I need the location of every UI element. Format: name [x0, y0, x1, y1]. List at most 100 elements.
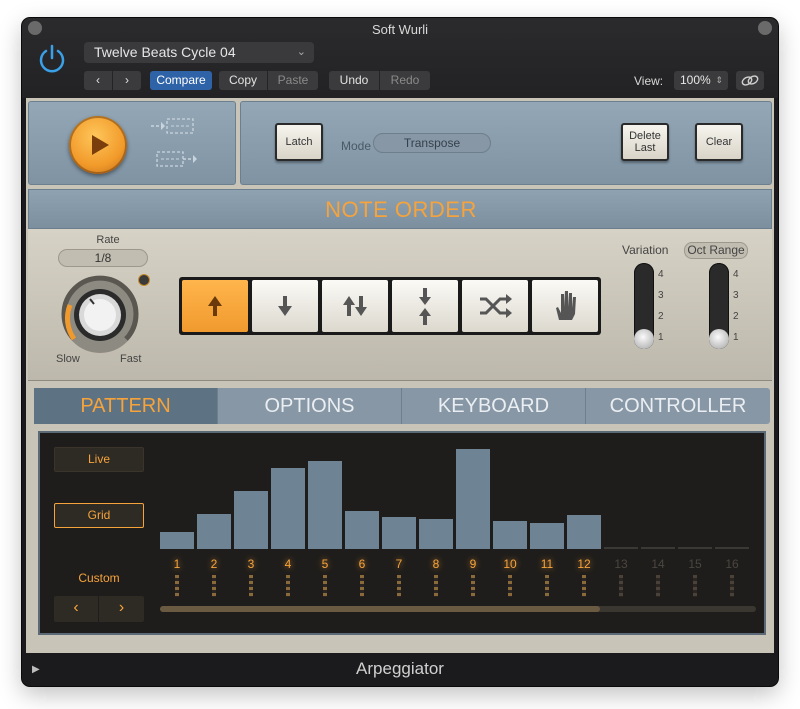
- step-number[interactable]: 15: [678, 557, 712, 571]
- step-bar[interactable]: [308, 461, 342, 549]
- transport-panel: [28, 101, 236, 185]
- step-number[interactable]: 7: [382, 557, 416, 571]
- step-indicator: [730, 575, 734, 597]
- tab-pattern[interactable]: PATTERN: [34, 388, 218, 424]
- mode-panel: Latch Mode Transpose Delete Last Clear: [240, 101, 772, 185]
- note-order-banner: NOTE ORDER: [28, 189, 772, 229]
- step-bar[interactable]: [493, 521, 527, 549]
- step-number[interactable]: 12: [567, 557, 601, 571]
- step-number[interactable]: 1: [160, 557, 194, 571]
- step-number[interactable]: 6: [345, 557, 379, 571]
- live-button[interactable]: Live: [54, 447, 144, 472]
- latch-button[interactable]: Latch: [275, 123, 323, 161]
- copy-button[interactable]: Copy: [219, 71, 267, 90]
- step-bar[interactable]: [530, 523, 564, 549]
- step-bar[interactable]: [456, 449, 490, 549]
- order-up-down-button[interactable]: [322, 280, 388, 332]
- step-number[interactable]: 11: [530, 557, 564, 571]
- slider-scale-number: 1: [733, 332, 739, 343]
- chevron-left-icon: ‹: [96, 73, 100, 87]
- step-number[interactable]: 14: [641, 557, 675, 571]
- order-random-button[interactable]: [462, 280, 528, 332]
- note-order-panel: Rate 1/8 Slow Fast Variation Oct Range 4…: [28, 229, 772, 381]
- step-bar[interactable]: [160, 532, 194, 549]
- delete-last-label-1: Delete: [629, 130, 661, 142]
- rate-value-field[interactable]: 1/8: [58, 249, 148, 267]
- step-number[interactable]: 13: [604, 557, 638, 571]
- chevron-left-icon[interactable]: ‹: [54, 596, 99, 622]
- tab-options[interactable]: OPTIONS: [218, 388, 402, 424]
- step-number[interactable]: 9: [456, 557, 490, 571]
- link-button[interactable]: [736, 71, 764, 90]
- chevron-right-icon: ›: [125, 73, 129, 87]
- order-down-button[interactable]: [252, 280, 318, 332]
- step-bar[interactable]: [234, 491, 268, 549]
- pattern-scrollbar[interactable]: [160, 606, 756, 612]
- step-indicator: [693, 575, 697, 597]
- variation-label: Variation: [622, 243, 669, 257]
- tab-keyboard[interactable]: KEYBOARD: [402, 388, 586, 424]
- rate-label: Rate: [96, 234, 120, 246]
- oct-range-slider-thumb[interactable]: [709, 329, 729, 349]
- variation-slider[interactable]: [634, 263, 654, 349]
- order-up-button[interactable]: [182, 280, 248, 332]
- previous-preset-button[interactable]: ‹: [84, 71, 112, 90]
- step-bar[interactable]: [641, 547, 675, 549]
- custom-label: Custom: [78, 571, 120, 585]
- order-as-played-button[interactable]: [532, 280, 598, 332]
- play-icon: [92, 135, 109, 155]
- step-indicator: [323, 575, 327, 597]
- step-number[interactable]: 5: [308, 557, 342, 571]
- grid-button[interactable]: Grid: [54, 503, 144, 528]
- step-number[interactable]: 10: [493, 557, 527, 571]
- step-number[interactable]: 8: [419, 557, 453, 571]
- rate-knob[interactable]: [60, 275, 140, 355]
- fast-label: Fast: [120, 353, 142, 365]
- order-outside-in-button[interactable]: [392, 280, 458, 332]
- step-bar[interactable]: [715, 547, 749, 549]
- step-bar[interactable]: [604, 547, 638, 549]
- step-indicator: [212, 575, 216, 597]
- chevron-down-icon: ⌄: [296, 46, 306, 58]
- power-button[interactable]: [35, 42, 69, 76]
- shuffle-icon: [480, 294, 512, 318]
- clear-button[interactable]: Clear: [695, 123, 743, 161]
- slider-scale-number: 3: [658, 290, 664, 301]
- title-bar: Soft Wurli Twelve Beats Cycle 04 ⌄ ‹ › C…: [22, 18, 778, 98]
- step-bar[interactable]: [345, 511, 379, 549]
- step-bar[interactable]: [567, 515, 601, 549]
- note-order-selector: [179, 277, 601, 335]
- window-title: Soft Wurli: [371, 22, 429, 37]
- step-number[interactable]: 4: [271, 557, 305, 571]
- play-button[interactable]: [69, 116, 127, 174]
- step-bar[interactable]: [678, 547, 712, 549]
- step-bar[interactable]: [197, 514, 231, 549]
- preset-menu[interactable]: Twelve Beats Cycle 04 ⌄: [84, 42, 314, 63]
- paste-button[interactable]: Paste: [268, 71, 318, 90]
- step-bar[interactable]: [382, 517, 416, 549]
- delete-last-button[interactable]: Delete Last: [621, 123, 669, 161]
- zoom-menu[interactable]: 100% ⇕: [674, 71, 728, 90]
- zoom-value: 100%: [680, 73, 711, 87]
- note-order-title: NOTE ORDER: [325, 197, 477, 222]
- undo-button[interactable]: Undo: [329, 71, 379, 90]
- step-number[interactable]: 2: [197, 557, 231, 571]
- next-preset-button[interactable]: ›: [113, 71, 141, 90]
- step-number[interactable]: 3: [234, 557, 268, 571]
- mode-label: Mode: [341, 139, 372, 153]
- variation-slider-thumb[interactable]: [634, 329, 654, 349]
- step-bar[interactable]: [271, 468, 305, 549]
- step-number[interactable]: 16: [715, 557, 749, 571]
- chevron-right-icon[interactable]: ›: [99, 596, 144, 622]
- tab-controller[interactable]: CONTROLLER: [586, 388, 770, 424]
- step-indicator: [397, 575, 401, 597]
- mode-selector[interactable]: Transpose: [373, 133, 491, 153]
- slider-scale-number: 4: [658, 269, 664, 280]
- redo-button[interactable]: Redo: [380, 71, 430, 90]
- step-bar[interactable]: [419, 519, 453, 549]
- custom-nav: ‹ ›: [54, 596, 144, 622]
- scrollbar-thumb[interactable]: [160, 606, 600, 612]
- compare-button[interactable]: Compare: [150, 71, 212, 90]
- oct-range-slider[interactable]: [709, 263, 729, 349]
- hand-icon: [556, 291, 576, 320]
